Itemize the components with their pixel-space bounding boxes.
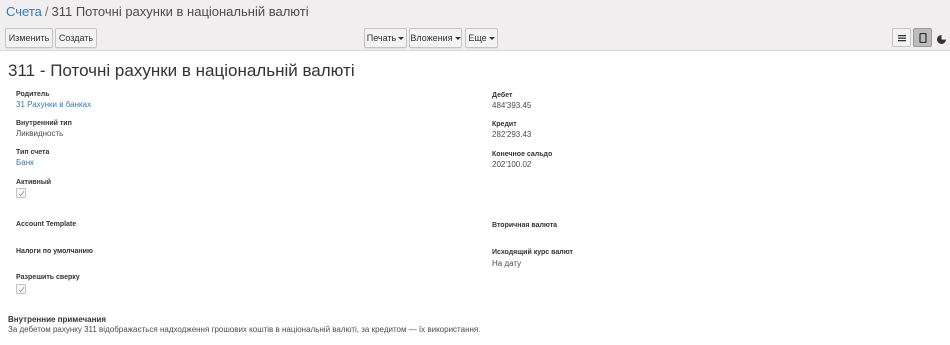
outgoing-rate-label: Исходящий курс валют	[492, 249, 573, 256]
account-type-value-link[interactable]: Банк	[16, 158, 34, 168]
attachments-label: Вложения	[410, 33, 453, 43]
form-view-icon	[919, 33, 927, 43]
check-icon	[18, 190, 25, 197]
record-title: 311 - Поточні рахунки в національній вал…	[8, 61, 355, 80]
balance-label: Конечное сальдо	[492, 151, 553, 158]
breadcrumb-current: 311 Поточні рахунки в національній валют…	[51, 4, 309, 19]
other-view-button[interactable]	[936, 32, 947, 44]
balance-value: 202'100.02	[492, 160, 532, 169]
default-taxes-label: Налоги по умолчанию	[16, 248, 93, 255]
active-checkbox[interactable]	[16, 188, 26, 198]
debit-value: 484'393.45	[492, 101, 532, 110]
control-panel: Счета/311 Поточні рахунки в національній…	[0, 0, 950, 51]
notes-label: Внутренние примечания	[8, 315, 106, 324]
breadcrumb: Счета/311 Поточні рахунки в національній…	[6, 4, 309, 20]
breadcrumb-parent-link[interactable]: Счета	[6, 4, 42, 19]
edit-button[interactable]: Изменить	[5, 28, 53, 48]
credit-value: 282'293.43	[492, 130, 532, 139]
debit-label: Дебет	[492, 92, 513, 99]
print-label: Печать	[366, 33, 397, 43]
parent-label: Родитель	[16, 91, 50, 98]
active-label: Активный	[16, 179, 52, 186]
pie-chart-icon	[937, 35, 946, 44]
notes-value: За дебетом рахунку 311 відображається на…	[8, 325, 481, 334]
print-dropdown[interactable]: Печать	[364, 28, 407, 48]
more-label: Еще	[468, 33, 487, 43]
caret-down-icon	[398, 37, 405, 41]
more-dropdown[interactable]: Еще	[465, 28, 498, 48]
allow-reconcile-checkbox[interactable]	[16, 284, 26, 294]
account-type-label: Тип счета	[16, 149, 50, 156]
internal-type-label: Внутренний тип	[16, 120, 72, 127]
caret-down-icon	[488, 37, 495, 41]
credit-label: Кредит	[492, 121, 517, 128]
create-button[interactable]: Создать	[55, 28, 97, 48]
internal-type-value: Ликвидность	[16, 129, 64, 138]
list-view-icon	[898, 35, 906, 42]
parent-value-link[interactable]: 31 Рахунки в банках	[16, 100, 91, 110]
check-icon	[18, 286, 25, 293]
outgoing-rate-value: На дату	[492, 259, 522, 268]
list-view-button[interactable]	[892, 28, 911, 47]
attachments-dropdown[interactable]: Вложения	[409, 28, 462, 48]
secondary-currency-label: Вторичная валюта	[492, 222, 558, 229]
form-view-button[interactable]	[913, 28, 932, 47]
account-template-label: Account Template	[16, 221, 77, 228]
caret-down-icon	[454, 37, 461, 41]
allow-reconcile-label: Разрешить сверку	[16, 274, 80, 281]
